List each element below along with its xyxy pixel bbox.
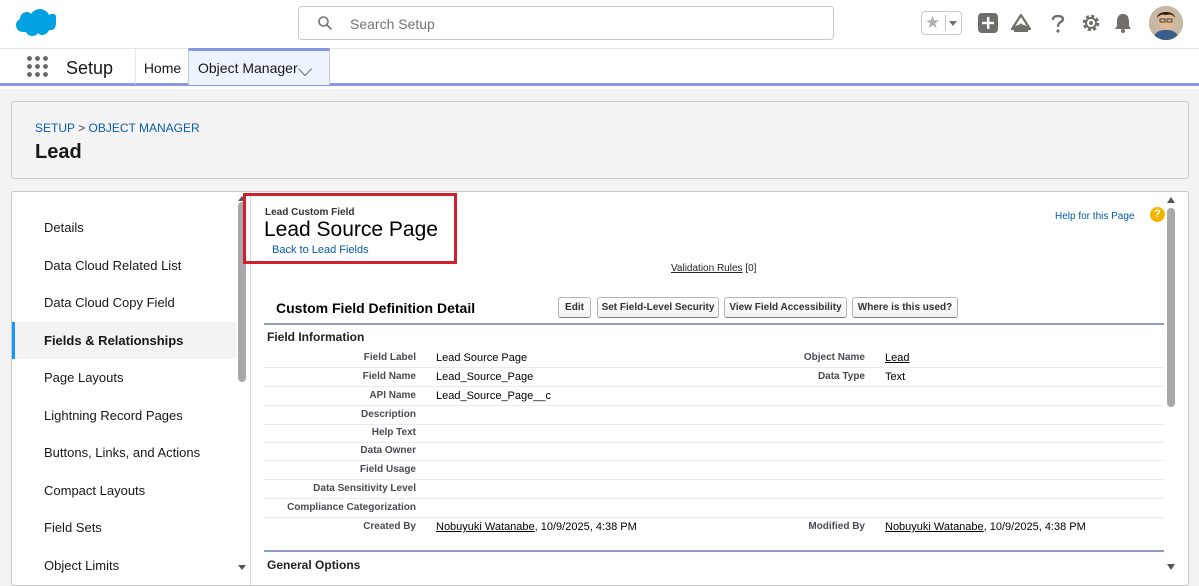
chevron-down-icon[interactable]: [945, 15, 959, 31]
row-label: Field Name: [362, 371, 416, 382]
main-panel: Details Data Cloud Related List Data Clo…: [11, 191, 1189, 586]
section-heading-general-options: General Options: [267, 558, 361, 572]
modified-by-date: , 10/9/2025, 4:38 PM: [983, 521, 1086, 533]
star-icon: ★: [925, 13, 941, 32]
row-value: Lead Source Page: [436, 352, 528, 364]
row-label: Data Owner: [360, 445, 416, 456]
scroll-up-arrow[interactable]: [1167, 197, 1175, 203]
detail-row: Field Name Lead_Source_Page Data Type Te…: [264, 368, 1164, 387]
help-icon[interactable]: [1047, 12, 1069, 34]
field-detail-frame: Lead Custom Field Lead Source Page Back …: [243, 192, 1188, 585]
sidebar-item-data-cloud-copy-field[interactable]: Data Cloud Copy Field: [12, 284, 236, 321]
detail-row: Created By Nobuyuki Watanabe, 10/9/2025,…: [264, 518, 1164, 537]
row-label: API Name: [369, 390, 416, 401]
section-heading-field-information: Field Information: [267, 330, 365, 344]
scroll-down-arrow[interactable]: [238, 565, 246, 570]
app-launcher-icon[interactable]: [27, 56, 49, 78]
sidebar-item-data-cloud-related-list[interactable]: Data Cloud Related List: [12, 247, 236, 284]
content-scrollbar[interactable]: [1167, 208, 1175, 407]
validation-rules-link[interactable]: Validation Rules: [671, 263, 743, 274]
created-by-date: , 10/9/2025, 4:38 PM: [534, 521, 637, 533]
detail-row: Compliance Categorization: [264, 499, 1164, 518]
sidebar-item-compact-layouts[interactable]: Compact Layouts: [12, 472, 236, 509]
created-by-user-link[interactable]: Nobuyuki Watanabe: [436, 521, 535, 533]
field-title: Lead Source Page: [264, 218, 438, 241]
page-title: Lead: [35, 141, 82, 163]
object-sidebar: Details Data Cloud Related List Data Clo…: [12, 192, 250, 585]
row-label-2: Data Type: [817, 371, 865, 382]
sidebar-item-page-layouts[interactable]: Page Layouts: [12, 359, 236, 396]
context-nav-bar: Setup Home Object Manager: [0, 48, 1199, 86]
validation-rules-count: [0]: [745, 263, 757, 274]
set-field-level-security-button[interactable]: Set Field-Level Security: [597, 297, 719, 318]
created-by-label: Created By: [363, 521, 416, 532]
tab-object-manager-label: Object Manager: [198, 60, 298, 76]
sidebar-item-lightning-record-pages[interactable]: Lightning Record Pages: [12, 397, 236, 434]
created-by-value: Nobuyuki Watanabe, 10/9/2025, 4:38 PM: [436, 521, 637, 533]
avatar[interactable]: [1149, 6, 1183, 40]
row-label: Field Usage: [359, 464, 416, 475]
favorites-button[interactable]: ★: [921, 11, 962, 35]
bell-icon[interactable]: [1112, 12, 1134, 34]
add-icon[interactable]: [977, 12, 999, 34]
row-value: Lead_Source_Page: [436, 371, 534, 383]
modified-by-value: Nobuyuki Watanabe, 10/9/2025, 4:38 PM: [885, 521, 1086, 533]
row-label: Description: [360, 409, 416, 420]
tab-home[interactable]: Home: [135, 49, 189, 84]
object-name-link[interactable]: Lead: [885, 352, 909, 364]
detail-row: Data Sensitivity Level: [264, 480, 1164, 499]
field-type-subtitle: Lead Custom Field: [265, 207, 355, 218]
gear-icon[interactable]: [1080, 12, 1102, 34]
app-name: Setup: [66, 58, 114, 78]
global-header: Search Setup ★: [0, 0, 1199, 48]
detail-row: Field Label Lead Source Page Object Name…: [264, 349, 1164, 368]
detail-row: API Name Lead_Source_Page__c: [264, 387, 1164, 406]
search-input[interactable]: Search Setup: [298, 6, 834, 40]
sidebar-item-buttons-links-actions[interactable]: Buttons, Links, and Actions: [12, 434, 236, 471]
row-label: Data Sensitivity Level: [313, 483, 416, 494]
object-header: SETUP > OBJECT MANAGER Lead: [11, 101, 1189, 179]
tab-object-manager[interactable]: Object Manager: [188, 48, 330, 85]
scroll-down-arrow[interactable]: [1167, 564, 1175, 570]
modified-by-label: Modified By: [808, 521, 865, 532]
row-value: Lead_Source_Page__c: [436, 390, 551, 402]
detail-row: Data Owner: [264, 442, 1164, 461]
view-field-accessibility-button[interactable]: View Field Accessibility: [724, 297, 847, 318]
detail-row: Field Usage: [264, 461, 1164, 480]
modified-by-user-link[interactable]: Nobuyuki Watanabe: [885, 521, 984, 533]
row-value-2: Text: [885, 371, 906, 383]
sidebar-item-fields-relationships[interactable]: Fields & Relationships: [12, 322, 236, 359]
row-label: Help Text: [371, 427, 416, 438]
sidebar-item-object-limits[interactable]: Object Limits: [12, 547, 236, 584]
breadcrumb-setup[interactable]: SETUP: [35, 121, 75, 135]
chevron-down-icon[interactable]: [297, 61, 313, 77]
row-label-2: Object Name: [803, 352, 865, 363]
help-link[interactable]: Help for this Page: [1055, 211, 1135, 222]
section-divider: [264, 550, 1164, 552]
help-icon[interactable]: ?: [1150, 207, 1165, 222]
detail-section-title: Custom Field Definition Detail: [276, 300, 476, 316]
detail-row: Help Text: [264, 424, 1164, 443]
where-used-button[interactable]: Where is this used?: [852, 297, 958, 318]
breadcrumb-object-manager[interactable]: OBJECT MANAGER: [89, 121, 200, 135]
row-label: Field Label: [363, 352, 416, 363]
row-label: Compliance Categorization: [287, 502, 416, 513]
back-to-fields-link[interactable]: Back to Lead Fields: [272, 244, 369, 256]
salesforce-cloud-logo[interactable]: [14, 9, 56, 37]
sidebar-item-field-sets[interactable]: Field Sets: [12, 509, 236, 546]
validation-rules: Validation Rules [0]: [671, 263, 756, 274]
trailhead-icon[interactable]: [1010, 12, 1032, 34]
detail-row: Description: [264, 406, 1164, 425]
section-divider: [264, 323, 1164, 325]
search-placeholder: Search Setup: [350, 16, 435, 32]
breadcrumb-separator: >: [78, 121, 86, 135]
breadcrumb: SETUP > OBJECT MANAGER: [35, 121, 200, 135]
sidebar-item-details[interactable]: Details: [12, 209, 236, 246]
search-icon: [318, 16, 332, 30]
edit-button[interactable]: Edit: [558, 297, 591, 318]
